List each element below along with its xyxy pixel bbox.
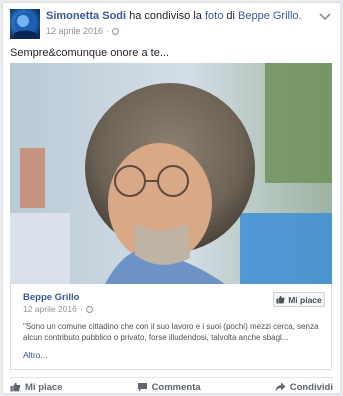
shared-quote: "Sono un comune cittadino che con il suo… — [23, 322, 319, 342]
source-link[interactable]: Beppe Grillo. — [238, 10, 302, 22]
shared-date[interactable]: 12 aprile 2016 — [23, 304, 77, 314]
page-like-button[interactable]: Mi piace — [273, 292, 325, 307]
comment-action-label: Commenta — [151, 381, 201, 393]
dot-separator: · — [79, 304, 83, 314]
author-link[interactable]: Simonetta Sodi — [46, 10, 126, 22]
post-card: Simonetta Sodi ha condiviso la foto di B… — [2, 2, 341, 394]
globe-icon — [85, 305, 93, 313]
globe-icon[interactable] — [112, 27, 120, 35]
thumbs-up-icon — [276, 295, 285, 304]
like-action-label: Mi piace — [25, 381, 63, 393]
shared-page-name[interactable]: Beppe Grillo — [23, 292, 79, 303]
post-meta: 12 aprile 2016 · — [46, 26, 120, 36]
action-text: ha condiviso la — [129, 10, 202, 22]
thumbs-up-icon — [10, 382, 21, 392]
comment-icon — [137, 383, 147, 392]
avatar[interactable] — [10, 9, 40, 39]
photo-link[interactable]: foto — [205, 10, 223, 22]
comment-action-button[interactable]: Commenta — [137, 380, 201, 394]
share-icon — [275, 382, 286, 392]
action-bar: Mi piace Commenta Condividi — [10, 380, 333, 394]
page-like-label: Mi piace — [288, 294, 322, 305]
share-action-label: Condividi — [289, 381, 333, 393]
of-text: di — [226, 10, 235, 22]
more-link[interactable]: Altro... — [23, 350, 48, 360]
divider — [10, 377, 333, 378]
shared-attachment[interactable]: Beppe Grillo 12 aprile 2016 · Mi piace "… — [10, 284, 332, 370]
post-message: Sempre&comunque onore a te... — [10, 47, 169, 59]
shared-photo[interactable] — [10, 63, 332, 284]
post-header: Simonetta Sodi ha condiviso la foto di B… — [10, 9, 334, 39]
like-action-button[interactable]: Mi piace — [10, 380, 63, 394]
post-title-line: Simonetta Sodi ha condiviso la foto di B… — [46, 10, 302, 22]
dot-separator: · — [106, 26, 110, 36]
chevron-down-icon[interactable] — [318, 12, 332, 22]
post-date[interactable]: 12 aprile 2016 — [46, 26, 103, 36]
share-action-button[interactable]: Condividi — [275, 380, 333, 394]
shared-meta: 12 aprile 2016 · — [23, 304, 93, 314]
